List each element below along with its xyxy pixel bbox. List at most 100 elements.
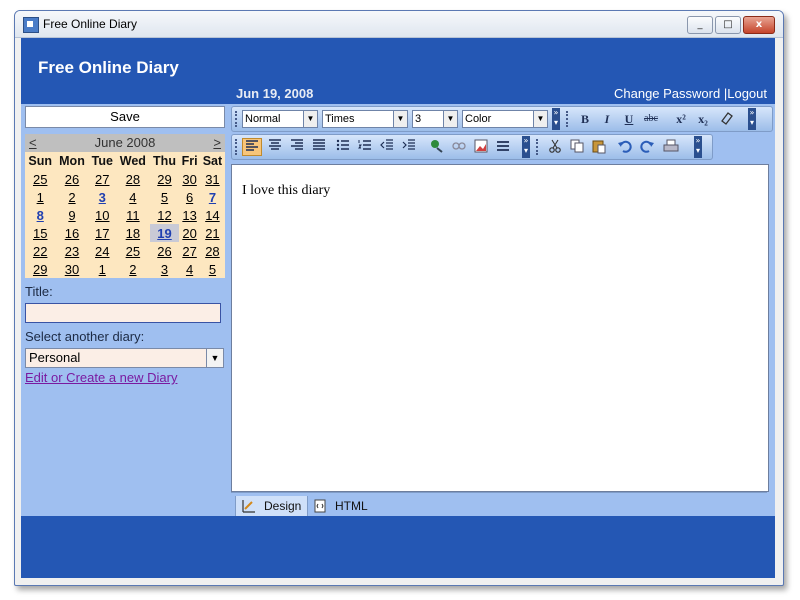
calendar-day[interactable]: 30 — [55, 260, 88, 278]
edit-diary-link[interactable]: Edit or Create a new Diary — [25, 370, 225, 385]
subscript-button[interactable]: x₂ — [694, 110, 712, 128]
chevron-down-icon[interactable]: ▼ — [206, 349, 223, 367]
chevron-down-icon[interactable]: ▼ — [533, 111, 547, 127]
calendar-day[interactable]: 13 — [179, 206, 200, 224]
align-right-icon[interactable] — [288, 138, 306, 156]
calendar-day[interactable]: 29 — [25, 260, 55, 278]
chevron-down-icon[interactable]: ▼ — [443, 111, 457, 127]
calendar-day[interactable]: 26 — [55, 170, 88, 188]
toolbar-grip-icon[interactable] — [566, 111, 571, 127]
print-icon[interactable] — [662, 138, 680, 156]
calendar-day[interactable]: 29 — [150, 170, 180, 188]
calendar-day[interactable]: 25 — [116, 242, 150, 260]
bullet-list-icon[interactable] — [334, 138, 352, 156]
italic-button[interactable]: I — [598, 110, 616, 128]
diary-select[interactable]: Personal ▼ — [25, 348, 224, 368]
calendar-day[interactable]: 14 — [200, 206, 225, 224]
title-input[interactable] — [25, 303, 221, 323]
calendar-day[interactable]: 30 — [179, 170, 200, 188]
calendar-day[interactable]: 27 — [89, 170, 116, 188]
calendar-day[interactable]: 31 — [200, 170, 225, 188]
underline-button[interactable]: U — [620, 110, 638, 128]
tab-design[interactable]: Design — [235, 496, 309, 517]
size-select[interactable]: 3 ▼ — [412, 110, 458, 128]
chevron-down-icon[interactable]: ▼ — [303, 111, 317, 127]
logout-link[interactable]: Logout — [727, 86, 767, 101]
editor-content-text[interactable]: I love this diary — [242, 183, 330, 199]
calendar-day[interactable]: 10 — [89, 206, 116, 224]
toolbar-grip-icon[interactable] — [235, 139, 240, 155]
strikethrough-button[interactable]: abc — [642, 110, 660, 128]
calendar-day[interactable]: 22 — [25, 242, 55, 260]
redo-icon[interactable] — [638, 138, 656, 156]
eraser-icon[interactable] — [718, 110, 736, 128]
cut-icon[interactable] — [546, 138, 564, 156]
align-left-icon[interactable] — [242, 138, 262, 156]
calendar-day[interactable]: 3 — [150, 260, 180, 278]
close-button[interactable]: x — [743, 16, 775, 34]
calendar-day[interactable]: 28 — [116, 170, 150, 188]
calendar-day[interactable]: 6 — [179, 188, 200, 206]
insert-image-icon[interactable] — [472, 138, 490, 156]
indent-icon[interactable] — [400, 138, 418, 156]
calendar-day[interactable]: 2 — [116, 260, 150, 278]
tab-html[interactable]: HTML — [307, 496, 374, 516]
toolbar-overflow-icon[interactable]: » ▾ — [522, 136, 530, 158]
calendar-day[interactable]: 26 — [150, 242, 180, 260]
maximize-button[interactable]: □ — [715, 16, 741, 34]
outdent-icon[interactable] — [378, 138, 396, 156]
calendar-day[interactable]: 17 — [89, 224, 116, 242]
remove-link-icon[interactable] — [450, 138, 468, 156]
calendar-day[interactable]: 11 — [116, 206, 150, 224]
copy-icon[interactable] — [568, 138, 586, 156]
calendar-day[interactable]: 25 — [25, 170, 55, 188]
calendar-day[interactable]: 24 — [89, 242, 116, 260]
save-button[interactable]: Save — [25, 106, 225, 128]
calendar-day[interactable]: 4 — [116, 188, 150, 206]
chevron-down-icon[interactable]: ▼ — [393, 111, 407, 127]
undo-icon[interactable] — [616, 138, 634, 156]
calendar-day[interactable]: 1 — [25, 188, 55, 206]
calendar-day[interactable]: 20 — [179, 224, 200, 242]
editor-content-area[interactable]: I love this diary — [231, 164, 769, 492]
toolbar-overflow-icon[interactable]: » ▾ — [552, 108, 560, 130]
numbered-list-icon[interactable] — [356, 138, 374, 156]
horizontal-rule-icon[interactable] — [494, 138, 512, 156]
superscript-button[interactable]: x² — [672, 110, 690, 128]
calendar-day[interactable]: 16 — [55, 224, 88, 242]
calendar-day[interactable]: 28 — [200, 242, 225, 260]
calendar-day[interactable]: 1 — [89, 260, 116, 278]
justify-icon[interactable] — [310, 138, 328, 156]
font-select[interactable]: Times ▼ — [322, 110, 408, 128]
toolbar-grip-icon[interactable] — [235, 111, 240, 127]
calendar-day[interactable]: 18 — [116, 224, 150, 242]
calendar-day[interactable]: 23 — [55, 242, 88, 260]
insert-link-icon[interactable] — [428, 138, 446, 156]
bold-button[interactable]: B — [576, 110, 594, 128]
calendar-day[interactable]: 9 — [55, 206, 88, 224]
calendar-day[interactable]: 5 — [150, 188, 180, 206]
align-center-icon[interactable] — [266, 138, 284, 156]
calendar-day[interactable]: 5 — [200, 260, 225, 278]
toolbar-overflow-icon[interactable]: » ▾ — [748, 108, 756, 130]
paste-icon[interactable] — [590, 138, 608, 156]
calendar-day[interactable]: 27 — [179, 242, 200, 260]
page-title: Free Online Diary — [38, 58, 179, 77]
title-bar[interactable]: Free Online Diary _ □ x — [15, 11, 783, 38]
calendar-day-entry[interactable]: 3 — [89, 188, 116, 206]
calendar-day[interactable]: 2 — [55, 188, 88, 206]
calendar-day[interactable]: 15 — [25, 224, 55, 242]
calendar-day[interactable]: 4 — [179, 260, 200, 278]
calendar-day[interactable]: 12 — [150, 206, 180, 224]
minimize-button[interactable]: _ — [687, 16, 713, 34]
format-select[interactable]: Normal ▼ — [242, 110, 318, 128]
calendar-day[interactable]: 21 — [200, 224, 225, 242]
calendar-day-entry[interactable]: 8 — [25, 206, 55, 224]
calendar-day-entry[interactable]: 7 — [200, 188, 225, 206]
change-password-link[interactable]: Change Password — [614, 86, 720, 101]
next-month-link[interactable]: > — [213, 135, 221, 150]
color-select[interactable]: Color ▼ — [462, 110, 548, 128]
toolbar-overflow-icon[interactable]: » ▾ — [694, 136, 702, 158]
toolbar-grip-icon[interactable] — [536, 139, 541, 155]
calendar-day-today[interactable]: 19 — [149, 224, 180, 242]
